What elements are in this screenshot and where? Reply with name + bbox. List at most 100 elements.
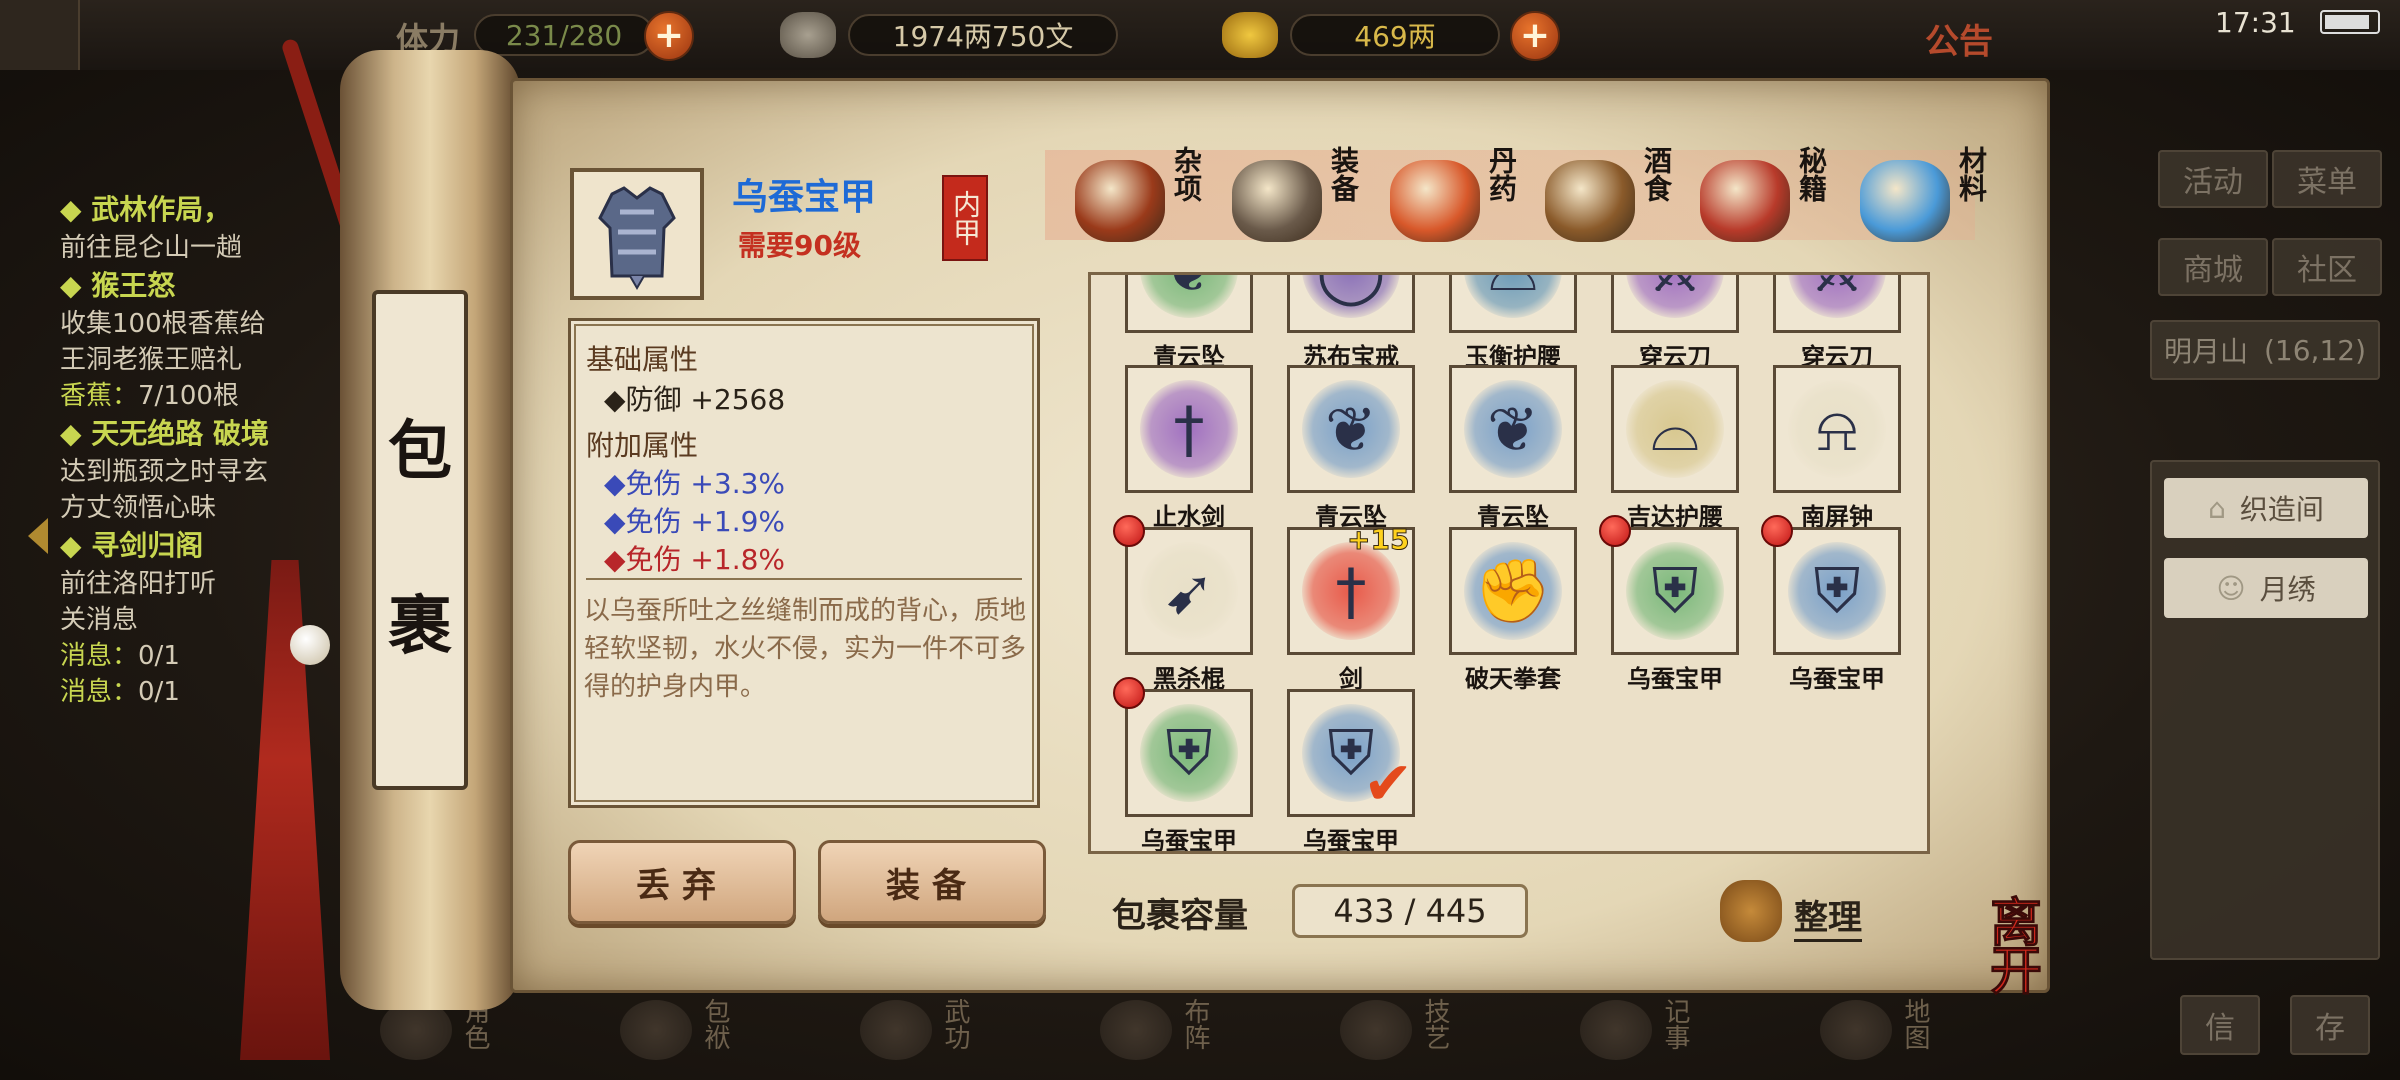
- side-item-embroidery[interactable]: ☺ 月绣: [2164, 558, 2368, 618]
- selected-item-frame: [570, 168, 704, 300]
- pill-icon: [1390, 160, 1480, 242]
- gold-display: 469两: [1290, 14, 1500, 56]
- item-requirement: 需要90级: [738, 229, 861, 262]
- item-description: 以乌蚕所吐之丝缝制而成的背心，质地轻软坚韧，水火不侵，实为一件不可多得的护身内甲…: [584, 596, 1027, 702]
- inventory-slot[interactable]: †: [1125, 365, 1253, 493]
- nav-journal[interactable]: 记事: [1530, 990, 1730, 1080]
- capacity-label: 包裹容量: [1112, 896, 1248, 936]
- new-item-dot-icon: [1761, 515, 1793, 547]
- ring-icon: ◯: [1302, 275, 1400, 318]
- mail-button[interactable]: 信: [2180, 995, 2260, 1055]
- item-name: 乌蚕宝甲: [732, 176, 877, 218]
- back-corner-icon[interactable]: [0, 0, 80, 70]
- pendant-icon: ❦: [1140, 275, 1238, 318]
- nav-bag[interactable]: 包袱: [570, 990, 770, 1080]
- extra-attr-title: 附加属性: [586, 429, 699, 462]
- location-display[interactable]: 明月山 (16,12): [2150, 320, 2380, 380]
- new-item-dot-icon: [1599, 515, 1631, 547]
- tab-pill[interactable]: 丹药: [1390, 140, 1550, 250]
- sort-button[interactable]: 整理: [1794, 890, 1862, 942]
- inventory-slot[interactable]: ❦: [1125, 275, 1253, 333]
- extra-attr: ◆免伤 +1.8%: [604, 543, 786, 576]
- community-button[interactable]: 社区: [2272, 238, 2382, 296]
- equip-button[interactable]: 装备: [818, 840, 1046, 924]
- tab-crystal[interactable]: 材料: [1860, 140, 2020, 250]
- book-icon: [1700, 160, 1790, 242]
- quest-progress: 香蕉：7/100根: [60, 381, 239, 411]
- leave-button[interactable]: 离开: [1990, 897, 2090, 998]
- notice-button[interactable]: 公告: [1925, 14, 1993, 63]
- gold-ingot-icon: [1222, 12, 1278, 58]
- inventory-slot[interactable]: ⌓: [1611, 365, 1739, 493]
- clock-time: 17:31: [2215, 6, 2296, 39]
- inventory-slot[interactable]: ⚔: [1611, 275, 1739, 333]
- quest-title[interactable]: ◆ 武林作局，: [60, 190, 360, 230]
- menu-button[interactable]: 菜单: [2272, 150, 2382, 208]
- bag-icon: [620, 1000, 692, 1060]
- side-item-label: 织造间: [2239, 493, 2324, 526]
- quest-text: 前往昆仑山一趟: [60, 233, 243, 263]
- quest-title[interactable]: ◆ 天无绝路 破境: [60, 414, 360, 454]
- inventory-slot[interactable]: ⛨: [1773, 527, 1901, 655]
- side-item-label: 月绣: [2259, 573, 2316, 606]
- collapse-quest-arrow-icon[interactable]: [28, 518, 48, 554]
- nav-map[interactable]: 地图: [1770, 990, 1970, 1080]
- quest-progress: 消息：0/1: [60, 677, 180, 707]
- tab-book[interactable]: 秘籍: [1700, 140, 1860, 250]
- discard-button[interactable]: 丢弃: [568, 840, 796, 924]
- inventory-slot[interactable]: ⍾: [1773, 365, 1901, 493]
- side-item-weaving[interactable]: ⌂ 织造间: [2164, 478, 2368, 538]
- inventory-slot[interactable]: ❦: [1449, 365, 1577, 493]
- add-gold-button[interactable]: +: [1510, 11, 1560, 61]
- activity-button[interactable]: 活动: [2158, 150, 2268, 208]
- house-icon: ⌂: [2208, 491, 2226, 525]
- inventory-slot[interactable]: ✊: [1449, 527, 1577, 655]
- tab-equipment[interactable]: 装备: [1232, 140, 1392, 250]
- belt-icon: ⌓: [1626, 380, 1724, 478]
- location-coords: (16,12): [2263, 333, 2366, 367]
- bead: [290, 625, 330, 665]
- crystal-icon: [1860, 160, 1950, 242]
- nav-martial-arts[interactable]: 武功: [810, 990, 1010, 1080]
- inventory-slot[interactable]: ❦: [1287, 365, 1415, 493]
- selected-check-icon: ✔: [1363, 749, 1414, 819]
- belt-icon: ⌓: [1464, 275, 1562, 318]
- tab-wine-food[interactable]: 酒食: [1545, 140, 1705, 250]
- extra-attr: ◆免伤 +3.3%: [604, 467, 786, 500]
- skills-icon: [1340, 1000, 1412, 1060]
- nav-formation[interactable]: 布阵: [1050, 990, 1250, 1080]
- shop-button[interactable]: 商城: [2158, 238, 2268, 296]
- quest-text: 王洞老猴王赔礼: [60, 345, 243, 375]
- bottom-nav: 角色 包袱 武功 布阵 技艺 记事 地图: [330, 990, 2030, 1080]
- inventory-slot[interactable]: ⛨: [1611, 527, 1739, 655]
- yin-yang-icon: [1100, 1000, 1172, 1060]
- add-stamina-button[interactable]: +: [644, 11, 694, 61]
- inventory-slot[interactable]: ⛨: [1125, 689, 1253, 817]
- silver-ingot-icon: [780, 12, 836, 58]
- quest-title[interactable]: ◆ 猴王怒: [60, 266, 360, 306]
- inventory-slot[interactable]: ◯: [1287, 275, 1415, 333]
- tab-jar[interactable]: 杂项: [1075, 140, 1235, 250]
- divider: [586, 578, 1022, 580]
- nav-skills[interactable]: 技艺: [1290, 990, 1490, 1080]
- person-icon: ☺: [2216, 571, 2246, 605]
- quest-title[interactable]: ◆ 寻剑归阁: [60, 526, 360, 566]
- base-attr-title: 基础属性: [586, 343, 699, 376]
- item-grid[interactable]: ❦青云坠◯苏布宝戒⌓玉衡护腰⚔穿云刀⚔穿云刀†止水剑❦青云坠❦青云坠⌓吉达护腰⍾…: [1088, 272, 1930, 854]
- save-button[interactable]: 存: [2290, 995, 2370, 1055]
- equipment-icon: [1232, 160, 1322, 242]
- base-attr-value: ◆防御 +2568: [604, 383, 786, 416]
- tab-label: 材料: [1955, 146, 1988, 202]
- wine-food-icon: [1545, 160, 1635, 242]
- battery-icon: [2320, 10, 2380, 34]
- quest-text: 达到瓶颈之时寻玄: [60, 457, 269, 487]
- enhance-level-badge: +15: [1346, 523, 1410, 557]
- side-panel: ⌂ 织造间 ☺ 月绣: [2150, 460, 2380, 960]
- money-bag-icon[interactable]: [1720, 880, 1782, 942]
- inventory-slot[interactable]: ⚔: [1773, 275, 1901, 333]
- money-display: 1974两750文: [848, 14, 1118, 56]
- inventory-slot[interactable]: ➹: [1125, 527, 1253, 655]
- item-type-badge: 内甲: [942, 175, 988, 261]
- scroll-books-icon: [860, 1000, 932, 1060]
- inventory-slot[interactable]: ⌓: [1449, 275, 1577, 333]
